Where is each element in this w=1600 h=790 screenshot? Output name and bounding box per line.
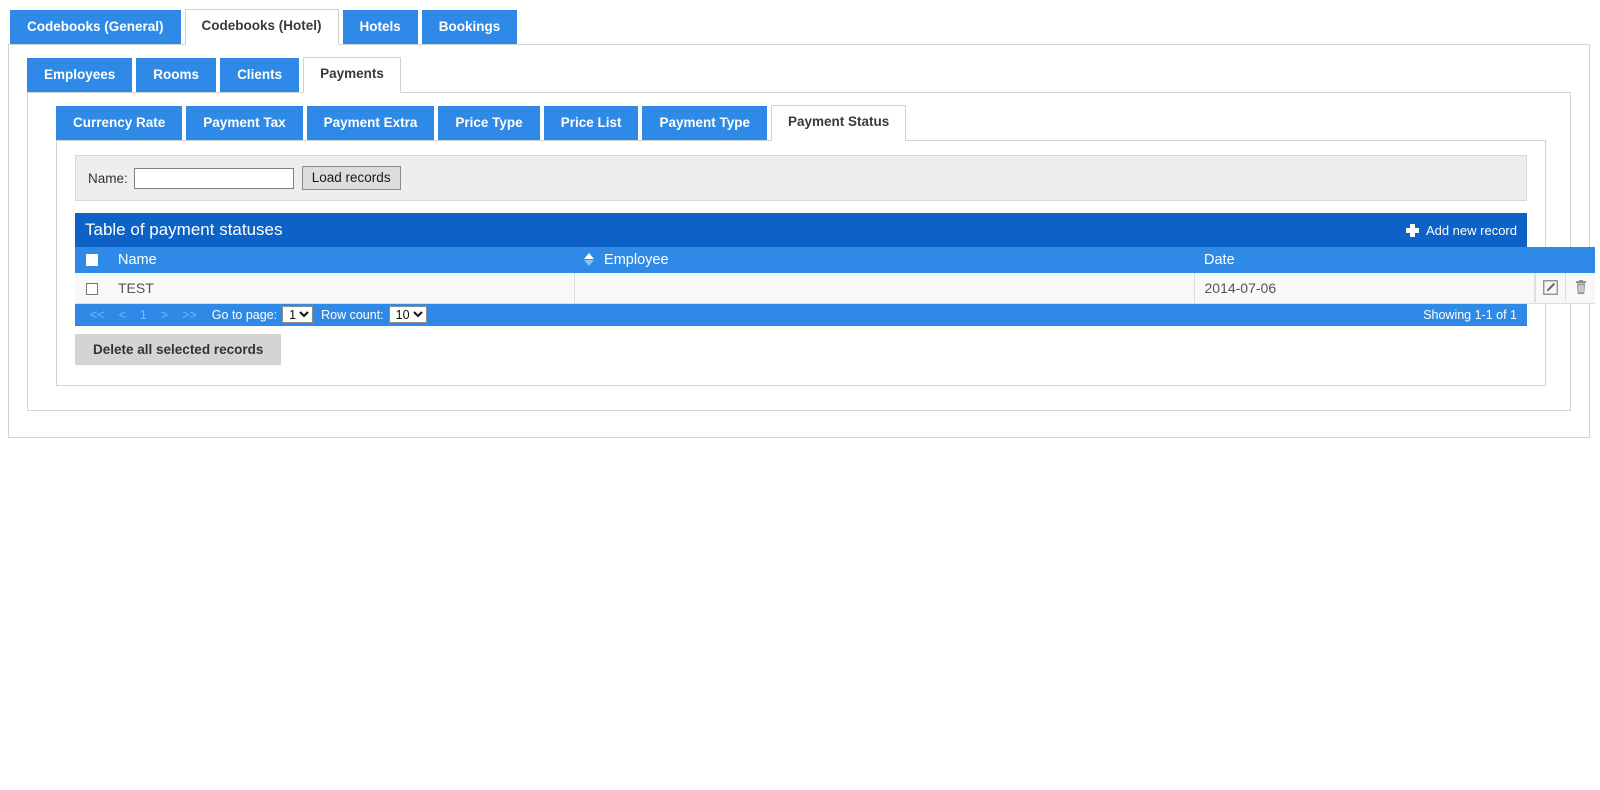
previous-page-button[interactable]: < [112, 304, 133, 326]
tab-codebooks-hotel[interactable]: Codebooks (Hotel) [184, 9, 339, 45]
tab-payment-tax[interactable]: Payment Tax [186, 106, 303, 140]
edit-pencil-icon [1543, 280, 1558, 296]
primary-tabstrip: Codebooks (General) Codebooks (Hotel) Ho… [0, 0, 1600, 45]
payment-statuses-table: Name Employee Date TEST 2014-07-06 [75, 247, 1595, 304]
column-header-employee-label: Employee [604, 252, 669, 268]
add-new-record-label: Add new record [1425, 222, 1517, 238]
table-row: TEST 2014-07-06 [75, 273, 1595, 304]
cell-employee [574, 273, 1195, 304]
table-title: Table of payment statuses [85, 220, 283, 239]
delete-all-selected-button[interactable]: Delete all selected records [75, 333, 282, 365]
sort-asc-desc-icon [584, 252, 594, 266]
table-title-bar: Table of payment statuses Add new record [75, 213, 1527, 247]
codebooks-hotel-panel: Employees Rooms Clients Payments Currenc… [8, 44, 1595, 438]
table-header-row: Name Employee Date [75, 247, 1595, 273]
tertiary-tabstrip: Currency Rate Payment Tax Payment Extra … [28, 103, 1570, 141]
select-all-header [75, 247, 108, 273]
delete-record-button[interactable] [1565, 273, 1595, 303]
tab-employees[interactable]: Employees [27, 58, 133, 92]
plus-icon [1405, 223, 1419, 237]
showing-range-label: Showing 1-1 of 1 [1423, 307, 1517, 322]
tab-currency-rate[interactable]: Currency Rate [56, 106, 183, 140]
select-all-checkbox[interactable] [86, 254, 98, 267]
payment-statuses-table-block: Table of payment statuses Add new record [75, 213, 1595, 365]
load-records-button[interactable]: Load records [301, 166, 401, 190]
next-page-button[interactable]: > [154, 304, 175, 326]
edit-record-button[interactable] [1535, 273, 1565, 303]
row-count-label: Row count: [321, 307, 384, 322]
name-filter-label: Name: [88, 170, 128, 186]
cell-name: TEST [108, 273, 575, 304]
tab-price-type[interactable]: Price Type [438, 106, 540, 140]
tab-hotels[interactable]: Hotels [342, 10, 418, 44]
tab-rooms[interactable]: Rooms [136, 58, 217, 92]
tab-payment-type[interactable]: Payment Type [642, 106, 768, 140]
column-header-name[interactable]: Name [108, 247, 574, 273]
pagination-bar: << < 1 > >> Go to page: 1 Row count: 10 [75, 303, 1527, 326]
tab-bookings[interactable]: Bookings [421, 10, 518, 44]
tab-price-list[interactable]: Price List [543, 106, 639, 140]
first-page-button[interactable]: << [83, 304, 112, 326]
row-select-checkbox[interactable] [86, 283, 98, 296]
filter-bar: Name: Load records [75, 155, 1527, 201]
row-count-select[interactable]: 10 [388, 306, 427, 323]
name-filter-input[interactable] [133, 167, 294, 189]
goto-page-select[interactable]: 1 [282, 306, 314, 323]
page-number-1[interactable]: 1 [133, 304, 154, 326]
pagination-controls: << < 1 > >> Go to page: 1 Row count: 10 [83, 304, 427, 326]
column-header-employee[interactable]: Employee [574, 247, 1194, 273]
tab-payments[interactable]: Payments [303, 57, 401, 93]
cell-actions [1534, 273, 1595, 304]
goto-page-label: Go to page: [211, 307, 278, 322]
payment-status-panel: Name: Load records Table of payment stat… [56, 140, 1595, 386]
add-new-record-button[interactable]: Add new record [1405, 222, 1519, 238]
column-header-actions [1534, 247, 1595, 273]
column-header-date[interactable]: Date [1194, 247, 1534, 273]
cell-date: 2014-07-06 [1194, 273, 1535, 304]
column-header-date-label: Date [1204, 252, 1235, 268]
tab-clients[interactable]: Clients [220, 58, 300, 92]
last-page-button[interactable]: >> [175, 304, 204, 326]
payments-panel: Currency Rate Payment Tax Payment Extra … [27, 92, 1595, 411]
column-header-name-label: Name [118, 252, 157, 268]
trash-icon [1575, 280, 1586, 295]
secondary-tabstrip: Employees Rooms Clients Payments [9, 55, 1589, 93]
tab-payment-extra[interactable]: Payment Extra [306, 106, 435, 140]
tab-codebooks-general[interactable]: Codebooks (General) [10, 10, 181, 44]
tab-payment-status[interactable]: Payment Status [771, 105, 907, 141]
row-select-cell [75, 273, 108, 304]
